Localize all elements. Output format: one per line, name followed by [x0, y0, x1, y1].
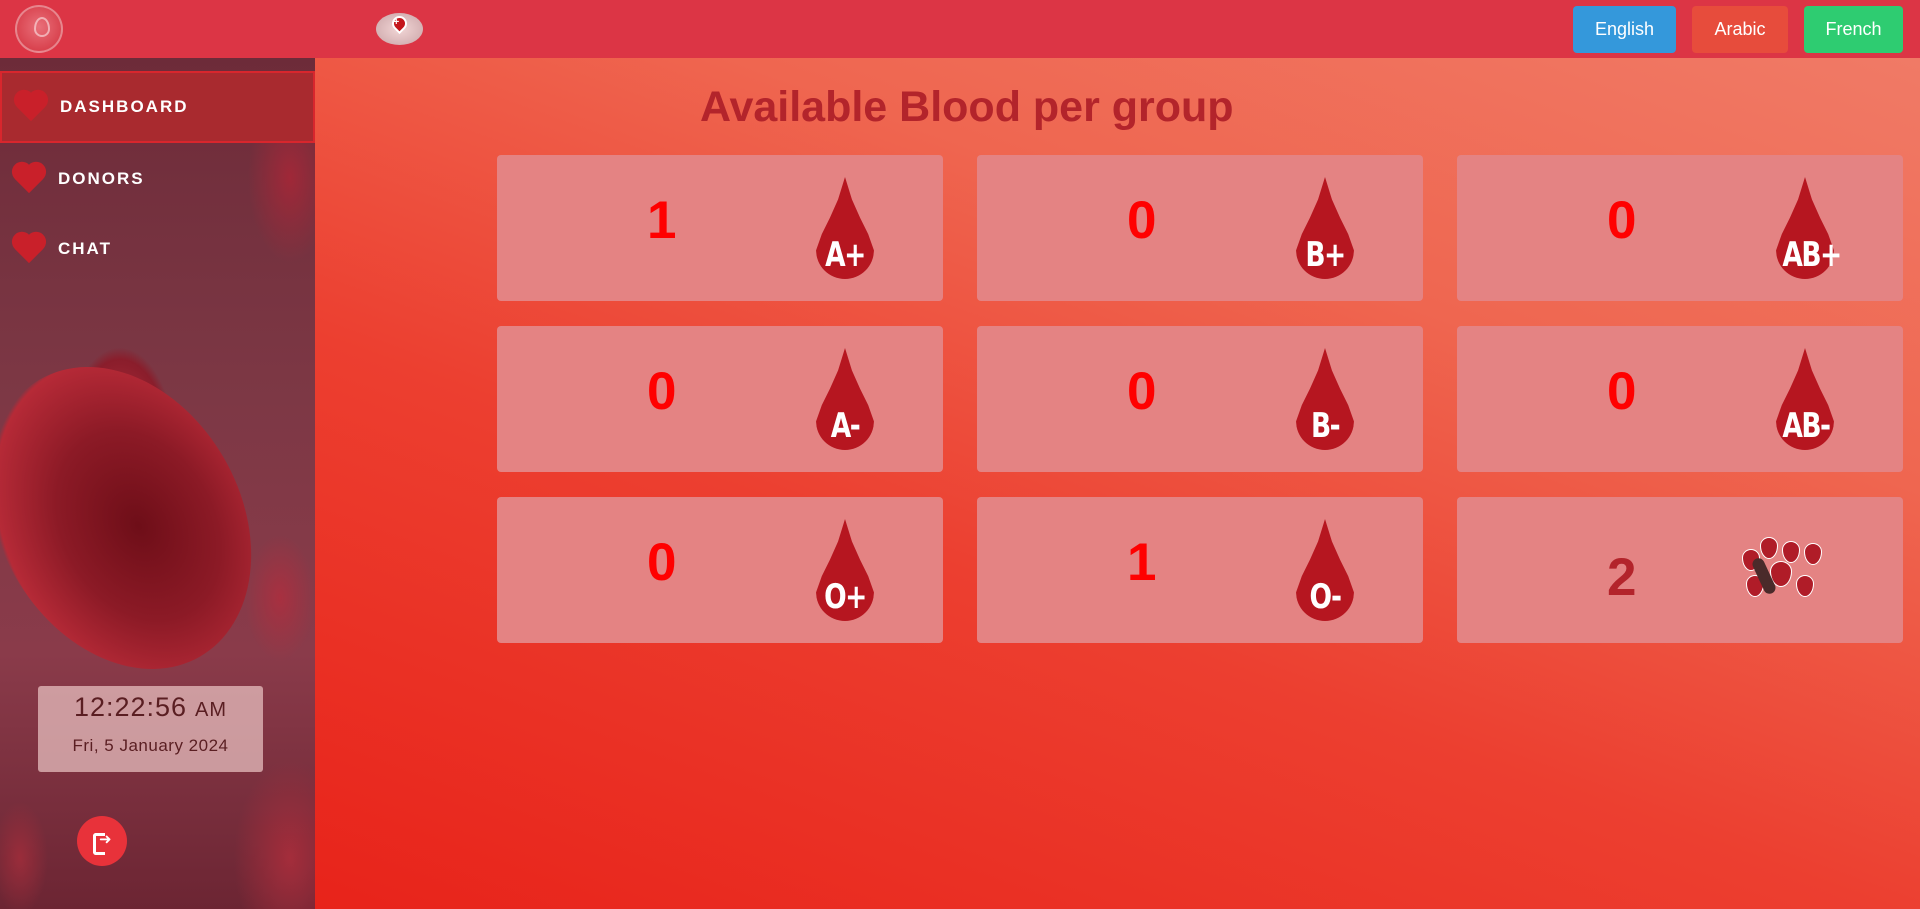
blood-group-label: A+ [825, 235, 866, 275]
clock-widget: 12:22:56 AM Fri, 5 January 2024 [38, 686, 263, 772]
heart-icon [13, 163, 49, 195]
blood-group-label: B+ [1305, 235, 1346, 275]
blood-count: 0 [1127, 191, 1157, 250]
blood-group-label: O- [1309, 577, 1342, 617]
blood-count: 0 [647, 362, 677, 421]
sidebar-item-donors[interactable]: DONORS [0, 143, 315, 215]
blood-group-label: B- [1310, 406, 1341, 446]
sidebar: DASHBOARD DONORS CHAT 12:22:56 AM Fri, 5 … [0, 58, 315, 909]
sign-out-icon [93, 830, 112, 855]
blood-group-card-o-pos: 0 O+ [497, 497, 943, 643]
top-navbar: English Arabic French [0, 0, 1920, 58]
sidebar-item-label: DASHBOARD [60, 97, 189, 116]
blood-group-card-b-pos: 0 B+ [977, 155, 1423, 301]
blood-drop-icon: O- [1296, 519, 1354, 621]
blood-group-card-o-neg: 1 O- [977, 497, 1423, 643]
sidebar-item-chat[interactable]: CHAT [0, 213, 315, 285]
french-button[interactable]: French [1804, 6, 1903, 53]
blood-group-card-ab-neg: 0 AB- [1457, 326, 1903, 472]
heart-icon [15, 91, 51, 123]
blood-count: 0 [1127, 362, 1157, 421]
clock-meridiem: AM [195, 699, 228, 721]
map-pin-icon[interactable] [376, 12, 423, 45]
sidebar-item-label: DONORS [58, 169, 145, 188]
blood-count: 0 [1607, 191, 1637, 250]
heart-icon [13, 233, 49, 265]
clock-time: 12:22:56 AM [38, 692, 263, 723]
total-blood-card: 2 [1457, 497, 1903, 643]
blood-group-card-ab-pos: 0 AB+ [1457, 155, 1903, 301]
blood-group-label: A- [830, 406, 861, 446]
blood-count: 0 [647, 533, 677, 592]
clock-date: Fri, 5 January 2024 [72, 736, 229, 755]
blood-count: 1 [647, 191, 677, 250]
blood-drops-icon [1732, 537, 1837, 603]
clock-time-value: 12:22:56 [73, 692, 188, 722]
blood-drop-icon: AB+ [1776, 177, 1842, 279]
sidebar-item-dashboard[interactable]: DASHBOARD [0, 71, 315, 143]
arabic-button[interactable]: Arabic [1692, 6, 1788, 53]
sidebar-item-label: CHAT [58, 239, 112, 258]
total-count: 2 [1607, 548, 1637, 607]
blood-drop-icon: B+ [1296, 177, 1354, 279]
blood-drop-icon: A+ [816, 177, 874, 279]
blood-drop-icon: AB- [1776, 348, 1834, 450]
blood-count: 1 [1127, 533, 1157, 592]
blood-count: 0 [1607, 362, 1637, 421]
blood-group-card-a-pos: 1 A+ [497, 155, 943, 301]
blood-group-label: O+ [824, 577, 867, 617]
english-button[interactable]: English [1573, 6, 1676, 53]
page-title: Available Blood per group [700, 83, 1234, 131]
blood-drop-icon: B- [1296, 348, 1354, 450]
blood-drop-icon: O+ [816, 519, 874, 621]
main-content: Available Blood per group 1 A+ 0 B+ 0 AB… [315, 58, 1920, 909]
logout-button[interactable] [77, 816, 127, 866]
blood-group-card-b-neg: 0 B- [977, 326, 1423, 472]
blood-group-label: AB- [1782, 406, 1831, 446]
app-logo[interactable] [15, 5, 63, 53]
blood-group-label: AB+ [1782, 235, 1842, 275]
blood-drop-icon: A- [816, 348, 874, 450]
blood-cell-background [0, 319, 304, 717]
blood-group-card-a-neg: 0 A- [497, 326, 943, 472]
